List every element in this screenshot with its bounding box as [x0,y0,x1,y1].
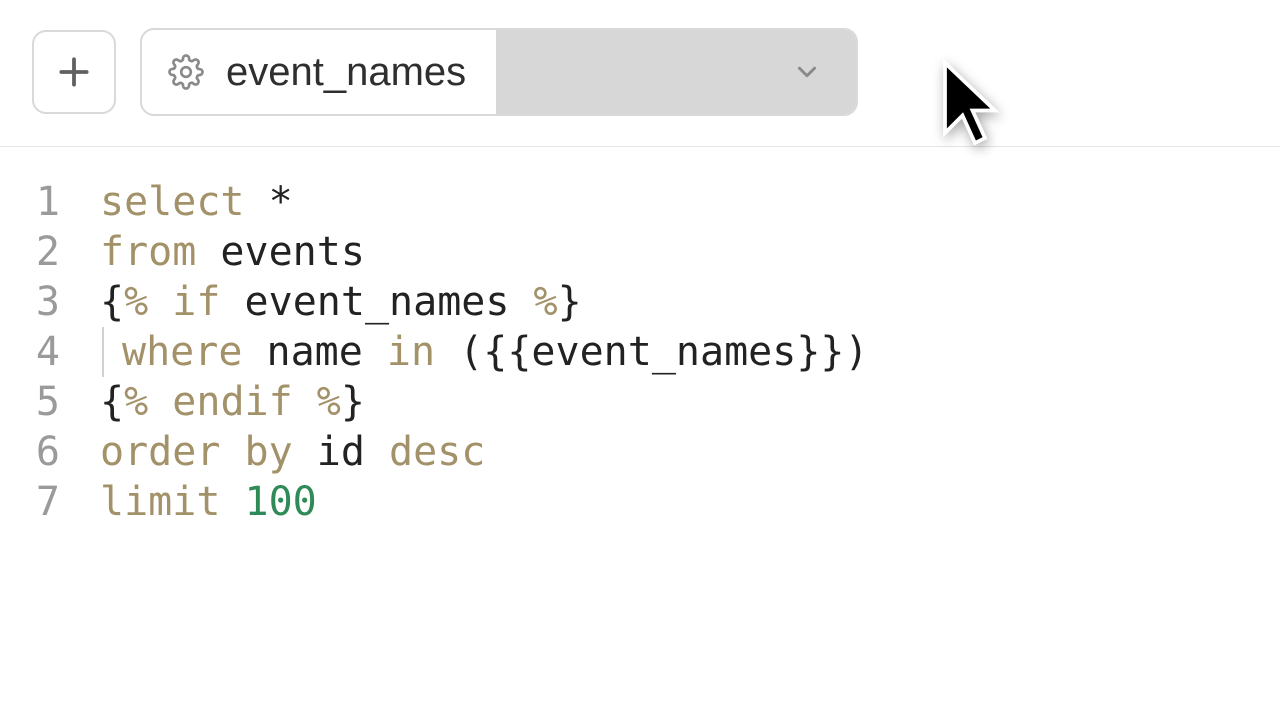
code-content[interactable]: {% if event_names %} [100,277,582,327]
parameter-name: event_names [226,50,466,95]
token-kw: % [534,279,558,325]
editor-line: 4where name in ({{event_names}}) [0,327,1280,377]
indent-guide: where name in ({{event_names}}) [102,327,869,377]
line-number: 7 [0,477,100,527]
token-kw: % [124,279,148,325]
line-number: 3 [0,277,100,327]
code-content[interactable]: where name in ({{event_names}}) [100,327,869,377]
token-kw: select [100,179,245,225]
parameter-value-dropdown[interactable] [496,30,856,114]
token-txt: { [100,379,124,425]
code-content[interactable]: limit 100 [100,477,317,527]
code-content[interactable]: from events [100,227,365,277]
token-txt: name [242,329,387,375]
token-kw: % [317,379,341,425]
line-number: 2 [0,227,100,277]
token-txt [293,379,317,425]
token-txt: ({{event_names}}) [435,329,868,375]
token-kw: if [172,279,220,325]
code-content[interactable]: select * [100,177,293,227]
editor-line: 6order by id desc [0,427,1280,477]
editor-line: 7limit 100 [0,477,1280,527]
token-txt: { [100,279,124,325]
token-txt: events [196,229,365,275]
token-txt: * [245,179,293,225]
token-txt [148,279,172,325]
token-txt [220,479,244,525]
token-txt: event_names [220,279,533,325]
token-kw: in [387,329,435,375]
add-parameter-button[interactable] [32,30,116,114]
line-number: 5 [0,377,100,427]
chevron-down-icon [792,57,822,87]
plus-icon [55,53,93,91]
token-txt: } [341,379,365,425]
gear-icon [168,54,204,90]
line-number: 4 [0,327,100,377]
token-kw: endif [172,379,292,425]
token-kw: limit [100,479,220,525]
editor-line: 3{% if event_names %} [0,277,1280,327]
token-kw: where [122,329,242,375]
token-num: 100 [245,479,317,525]
parameter-config[interactable]: event_names [142,30,496,114]
token-kw: % [124,379,148,425]
editor-line: 2from events [0,227,1280,277]
code-content[interactable]: order by id desc [100,427,485,477]
token-kw: desc [389,429,485,475]
token-txt [148,379,172,425]
line-number: 1 [0,177,100,227]
parameter-pill: event_names [140,28,858,116]
toolbar: event_names [0,0,1280,147]
code-content[interactable]: {% endif %} [100,377,365,427]
line-number: 6 [0,427,100,477]
sql-editor[interactable]: 1select *2from events3{% if event_names … [0,147,1280,527]
token-txt: id [293,429,389,475]
editor-line: 1select * [0,177,1280,227]
editor-line: 5{% endif %} [0,377,1280,427]
token-kw: order by [100,429,293,475]
token-txt: } [558,279,582,325]
token-kw: from [100,229,196,275]
